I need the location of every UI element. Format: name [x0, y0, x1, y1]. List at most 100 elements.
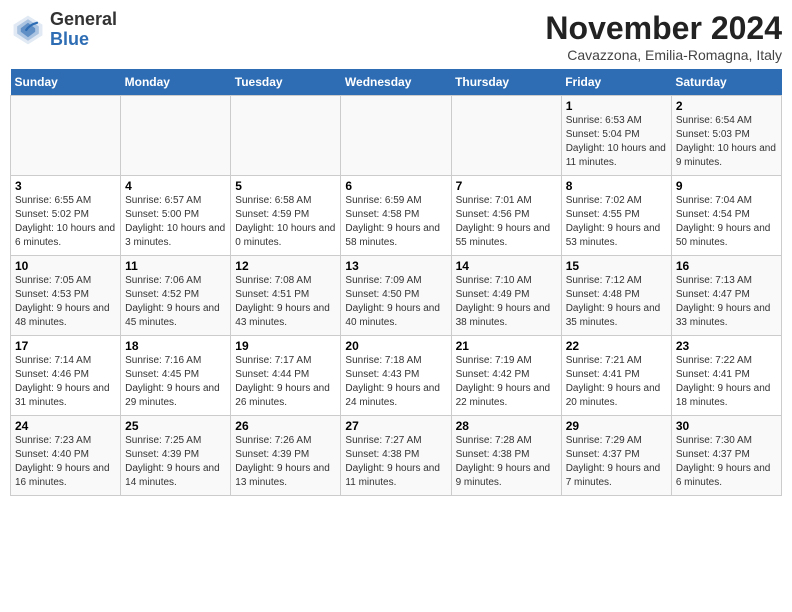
calendar-cell: 14Sunrise: 7:10 AM Sunset: 4:49 PM Dayli…: [451, 256, 561, 336]
day-info: Sunrise: 7:30 AM Sunset: 4:37 PM Dayligh…: [676, 434, 777, 490]
day-number: 12: [235, 259, 336, 273]
calendar-cell: 25Sunrise: 7:25 AM Sunset: 4:39 PM Dayli…: [121, 416, 231, 496]
day-number: 29: [566, 419, 667, 433]
day-number: 7: [456, 179, 557, 193]
days-header-row: SundayMondayTuesdayWednesdayThursdayFrid…: [11, 69, 782, 96]
day-info: Sunrise: 6:57 AM Sunset: 5:00 PM Dayligh…: [125, 194, 226, 250]
day-info: Sunrise: 6:55 AM Sunset: 5:02 PM Dayligh…: [15, 194, 116, 250]
calendar-cell: 10Sunrise: 7:05 AM Sunset: 4:53 PM Dayli…: [11, 256, 121, 336]
day-info: Sunrise: 7:04 AM Sunset: 4:54 PM Dayligh…: [676, 194, 777, 250]
day-info: Sunrise: 7:17 AM Sunset: 4:44 PM Dayligh…: [235, 354, 336, 410]
logo-icon: [10, 12, 46, 48]
calendar-cell: 8Sunrise: 7:02 AM Sunset: 4:55 PM Daylig…: [561, 176, 671, 256]
calendar-cell: 19Sunrise: 7:17 AM Sunset: 4:44 PM Dayli…: [231, 336, 341, 416]
month-title: November 2024: [545, 10, 782, 47]
calendar-cell: 20Sunrise: 7:18 AM Sunset: 4:43 PM Dayli…: [341, 336, 451, 416]
day-number: 14: [456, 259, 557, 273]
calendar-cell: 30Sunrise: 7:30 AM Sunset: 4:37 PM Dayli…: [671, 416, 781, 496]
calendar-cell: 16Sunrise: 7:13 AM Sunset: 4:47 PM Dayli…: [671, 256, 781, 336]
day-info: Sunrise: 7:29 AM Sunset: 4:37 PM Dayligh…: [566, 434, 667, 490]
logo-text: General Blue: [50, 10, 117, 50]
day-of-week-wednesday: Wednesday: [341, 69, 451, 96]
day-info: Sunrise: 7:01 AM Sunset: 4:56 PM Dayligh…: [456, 194, 557, 250]
day-of-week-thursday: Thursday: [451, 69, 561, 96]
day-number: 15: [566, 259, 667, 273]
day-number: 24: [15, 419, 116, 433]
calendar-cell: 7Sunrise: 7:01 AM Sunset: 4:56 PM Daylig…: [451, 176, 561, 256]
day-info: Sunrise: 6:53 AM Sunset: 5:04 PM Dayligh…: [566, 114, 667, 170]
day-info: Sunrise: 7:18 AM Sunset: 4:43 PM Dayligh…: [345, 354, 446, 410]
day-number: 6: [345, 179, 446, 193]
week-row-3: 10Sunrise: 7:05 AM Sunset: 4:53 PM Dayli…: [11, 256, 782, 336]
day-info: Sunrise: 7:21 AM Sunset: 4:41 PM Dayligh…: [566, 354, 667, 410]
calendar-cell: [11, 96, 121, 176]
calendar-cell: [341, 96, 451, 176]
day-info: Sunrise: 7:12 AM Sunset: 4:48 PM Dayligh…: [566, 274, 667, 330]
header: General Blue November 2024 Cavazzona, Em…: [10, 10, 782, 63]
calendar-cell: 22Sunrise: 7:21 AM Sunset: 4:41 PM Dayli…: [561, 336, 671, 416]
day-info: Sunrise: 7:27 AM Sunset: 4:38 PM Dayligh…: [345, 434, 446, 490]
day-number: 13: [345, 259, 446, 273]
day-number: 17: [15, 339, 116, 353]
week-row-2: 3Sunrise: 6:55 AM Sunset: 5:02 PM Daylig…: [11, 176, 782, 256]
calendar-cell: 1Sunrise: 6:53 AM Sunset: 5:04 PM Daylig…: [561, 96, 671, 176]
calendar-cell: 6Sunrise: 6:59 AM Sunset: 4:58 PM Daylig…: [341, 176, 451, 256]
day-number: 8: [566, 179, 667, 193]
calendar-table: SundayMondayTuesdayWednesdayThursdayFrid…: [10, 69, 782, 496]
day-number: 21: [456, 339, 557, 353]
calendar-cell: 9Sunrise: 7:04 AM Sunset: 4:54 PM Daylig…: [671, 176, 781, 256]
day-number: 19: [235, 339, 336, 353]
calendar-cell: [121, 96, 231, 176]
day-of-week-sunday: Sunday: [11, 69, 121, 96]
day-info: Sunrise: 7:26 AM Sunset: 4:39 PM Dayligh…: [235, 434, 336, 490]
calendar-cell: 15Sunrise: 7:12 AM Sunset: 4:48 PM Dayli…: [561, 256, 671, 336]
day-of-week-tuesday: Tuesday: [231, 69, 341, 96]
day-number: 23: [676, 339, 777, 353]
week-row-5: 24Sunrise: 7:23 AM Sunset: 4:40 PM Dayli…: [11, 416, 782, 496]
day-info: Sunrise: 6:59 AM Sunset: 4:58 PM Dayligh…: [345, 194, 446, 250]
day-number: 27: [345, 419, 446, 433]
day-number: 20: [345, 339, 446, 353]
day-info: Sunrise: 7:09 AM Sunset: 4:50 PM Dayligh…: [345, 274, 446, 330]
title-area: November 2024 Cavazzona, Emilia-Romagna,…: [545, 10, 782, 63]
day-info: Sunrise: 7:10 AM Sunset: 4:49 PM Dayligh…: [456, 274, 557, 330]
day-info: Sunrise: 7:05 AM Sunset: 4:53 PM Dayligh…: [15, 274, 116, 330]
day-of-week-saturday: Saturday: [671, 69, 781, 96]
calendar-cell: 24Sunrise: 7:23 AM Sunset: 4:40 PM Dayli…: [11, 416, 121, 496]
location-subtitle: Cavazzona, Emilia-Romagna, Italy: [545, 47, 782, 63]
calendar-cell: 3Sunrise: 6:55 AM Sunset: 5:02 PM Daylig…: [11, 176, 121, 256]
day-info: Sunrise: 7:06 AM Sunset: 4:52 PM Dayligh…: [125, 274, 226, 330]
calendar-cell: 2Sunrise: 6:54 AM Sunset: 5:03 PM Daylig…: [671, 96, 781, 176]
day-of-week-monday: Monday: [121, 69, 231, 96]
day-number: 25: [125, 419, 226, 433]
day-number: 22: [566, 339, 667, 353]
day-info: Sunrise: 7:22 AM Sunset: 4:41 PM Dayligh…: [676, 354, 777, 410]
day-number: 2: [676, 99, 777, 113]
calendar-cell: 23Sunrise: 7:22 AM Sunset: 4:41 PM Dayli…: [671, 336, 781, 416]
day-info: Sunrise: 6:58 AM Sunset: 4:59 PM Dayligh…: [235, 194, 336, 250]
week-row-1: 1Sunrise: 6:53 AM Sunset: 5:04 PM Daylig…: [11, 96, 782, 176]
day-info: Sunrise: 7:08 AM Sunset: 4:51 PM Dayligh…: [235, 274, 336, 330]
week-row-4: 17Sunrise: 7:14 AM Sunset: 4:46 PM Dayli…: [11, 336, 782, 416]
calendar-cell: 13Sunrise: 7:09 AM Sunset: 4:50 PM Dayli…: [341, 256, 451, 336]
calendar-cell: [451, 96, 561, 176]
day-info: Sunrise: 7:13 AM Sunset: 4:47 PM Dayligh…: [676, 274, 777, 330]
calendar-cell: 17Sunrise: 7:14 AM Sunset: 4:46 PM Dayli…: [11, 336, 121, 416]
logo: General Blue: [10, 10, 117, 50]
day-number: 5: [235, 179, 336, 193]
day-number: 4: [125, 179, 226, 193]
calendar-cell: 28Sunrise: 7:28 AM Sunset: 4:38 PM Dayli…: [451, 416, 561, 496]
calendar-cell: 12Sunrise: 7:08 AM Sunset: 4:51 PM Dayli…: [231, 256, 341, 336]
day-info: Sunrise: 7:28 AM Sunset: 4:38 PM Dayligh…: [456, 434, 557, 490]
calendar-cell: 29Sunrise: 7:29 AM Sunset: 4:37 PM Dayli…: [561, 416, 671, 496]
calendar-cell: 21Sunrise: 7:19 AM Sunset: 4:42 PM Dayli…: [451, 336, 561, 416]
day-number: 18: [125, 339, 226, 353]
day-info: Sunrise: 7:19 AM Sunset: 4:42 PM Dayligh…: [456, 354, 557, 410]
day-info: Sunrise: 7:23 AM Sunset: 4:40 PM Dayligh…: [15, 434, 116, 490]
calendar-cell: 18Sunrise: 7:16 AM Sunset: 4:45 PM Dayli…: [121, 336, 231, 416]
day-number: 1: [566, 99, 667, 113]
day-of-week-friday: Friday: [561, 69, 671, 96]
day-number: 9: [676, 179, 777, 193]
calendar-cell: 26Sunrise: 7:26 AM Sunset: 4:39 PM Dayli…: [231, 416, 341, 496]
day-number: 10: [15, 259, 116, 273]
